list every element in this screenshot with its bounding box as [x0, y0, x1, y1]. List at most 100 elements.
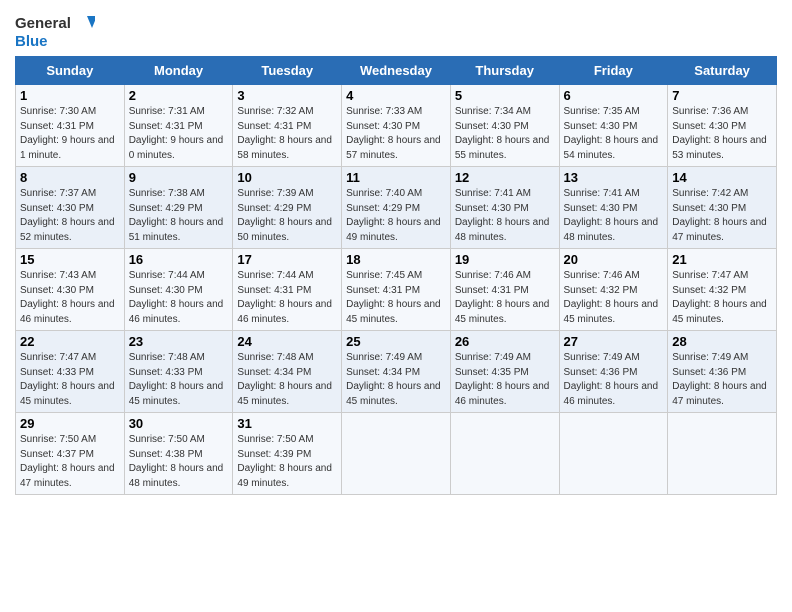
day-number: 24 — [237, 334, 337, 349]
column-header-friday: Friday — [559, 57, 668, 85]
day-number: 22 — [20, 334, 120, 349]
calendar-cell: 3 Sunrise: 7:32 AM Sunset: 4:31 PM Dayli… — [233, 85, 342, 167]
calendar-cell: 28 Sunrise: 7:49 AM Sunset: 4:36 PM Dayl… — [668, 331, 777, 413]
calendar-week-row: 22 Sunrise: 7:47 AM Sunset: 4:33 PM Dayl… — [16, 331, 777, 413]
calendar-cell: 29 Sunrise: 7:50 AM Sunset: 4:37 PM Dayl… — [16, 413, 125, 495]
day-number: 27 — [564, 334, 664, 349]
day-info: Sunrise: 7:44 AM Sunset: 4:31 PM Dayligh… — [237, 269, 337, 327]
calendar-cell: 18 Sunrise: 7:45 AM Sunset: 4:31 PM Dayl… — [342, 249, 451, 331]
calendar-cell: 6 Sunrise: 7:35 AM Sunset: 4:30 PM Dayli… — [559, 85, 668, 167]
calendar-header-row: SundayMondayTuesdayWednesdayThursdayFrid… — [16, 57, 777, 85]
day-number: 4 — [346, 88, 446, 103]
calendar-week-row: 29 Sunrise: 7:50 AM Sunset: 4:37 PM Dayl… — [16, 413, 777, 495]
svg-text:General: General — [15, 15, 71, 32]
day-info: Sunrise: 7:31 AM Sunset: 4:31 PM Dayligh… — [129, 105, 229, 163]
calendar-cell: 16 Sunrise: 7:44 AM Sunset: 4:30 PM Dayl… — [124, 249, 233, 331]
day-info: Sunrise: 7:34 AM Sunset: 4:30 PM Dayligh… — [455, 105, 555, 163]
day-info: Sunrise: 7:37 AM Sunset: 4:30 PM Dayligh… — [20, 187, 120, 245]
header: General Blue — [15, 10, 777, 50]
day-info: Sunrise: 7:39 AM Sunset: 4:29 PM Dayligh… — [237, 187, 337, 245]
day-info: Sunrise: 7:44 AM Sunset: 4:30 PM Dayligh… — [129, 269, 229, 327]
day-number: 6 — [564, 88, 664, 103]
calendar-cell: 13 Sunrise: 7:41 AM Sunset: 4:30 PM Dayl… — [559, 167, 668, 249]
day-info: Sunrise: 7:41 AM Sunset: 4:30 PM Dayligh… — [564, 187, 664, 245]
column-header-wednesday: Wednesday — [342, 57, 451, 85]
column-header-saturday: Saturday — [668, 57, 777, 85]
day-number: 2 — [129, 88, 229, 103]
calendar-cell: 11 Sunrise: 7:40 AM Sunset: 4:29 PM Dayl… — [342, 167, 451, 249]
day-info: Sunrise: 7:45 AM Sunset: 4:31 PM Dayligh… — [346, 269, 446, 327]
calendar-cell: 20 Sunrise: 7:46 AM Sunset: 4:32 PM Dayl… — [559, 249, 668, 331]
day-info: Sunrise: 7:48 AM Sunset: 4:33 PM Dayligh… — [129, 351, 229, 409]
day-number: 15 — [20, 252, 120, 267]
column-header-tuesday: Tuesday — [233, 57, 342, 85]
day-number: 23 — [129, 334, 229, 349]
day-info: Sunrise: 7:36 AM Sunset: 4:30 PM Dayligh… — [672, 105, 772, 163]
calendar-cell: 12 Sunrise: 7:41 AM Sunset: 4:30 PM Dayl… — [450, 167, 559, 249]
calendar-cell — [342, 413, 451, 495]
day-info: Sunrise: 7:42 AM Sunset: 4:30 PM Dayligh… — [672, 187, 772, 245]
day-number: 5 — [455, 88, 555, 103]
day-number: 17 — [237, 252, 337, 267]
day-info: Sunrise: 7:50 AM Sunset: 4:39 PM Dayligh… — [237, 433, 337, 491]
calendar-cell: 31 Sunrise: 7:50 AM Sunset: 4:39 PM Dayl… — [233, 413, 342, 495]
day-info: Sunrise: 7:46 AM Sunset: 4:31 PM Dayligh… — [455, 269, 555, 327]
calendar-week-row: 8 Sunrise: 7:37 AM Sunset: 4:30 PM Dayli… — [16, 167, 777, 249]
day-number: 21 — [672, 252, 772, 267]
calendar-cell: 9 Sunrise: 7:38 AM Sunset: 4:29 PM Dayli… — [124, 167, 233, 249]
day-info: Sunrise: 7:50 AM Sunset: 4:38 PM Dayligh… — [129, 433, 229, 491]
calendar-cell: 2 Sunrise: 7:31 AM Sunset: 4:31 PM Dayli… — [124, 85, 233, 167]
day-info: Sunrise: 7:35 AM Sunset: 4:30 PM Dayligh… — [564, 105, 664, 163]
day-info: Sunrise: 7:49 AM Sunset: 4:34 PM Dayligh… — [346, 351, 446, 409]
calendar-cell: 21 Sunrise: 7:47 AM Sunset: 4:32 PM Dayl… — [668, 249, 777, 331]
day-info: Sunrise: 7:41 AM Sunset: 4:30 PM Dayligh… — [455, 187, 555, 245]
day-number: 14 — [672, 170, 772, 185]
column-header-sunday: Sunday — [16, 57, 125, 85]
day-info: Sunrise: 7:47 AM Sunset: 4:32 PM Dayligh… — [672, 269, 772, 327]
calendar-cell — [450, 413, 559, 495]
day-number: 7 — [672, 88, 772, 103]
day-number: 8 — [20, 170, 120, 185]
day-info: Sunrise: 7:40 AM Sunset: 4:29 PM Dayligh… — [346, 187, 446, 245]
calendar-cell: 5 Sunrise: 7:34 AM Sunset: 4:30 PM Dayli… — [450, 85, 559, 167]
calendar-table: SundayMondayTuesdayWednesdayThursdayFrid… — [15, 56, 777, 495]
calendar-week-row: 15 Sunrise: 7:43 AM Sunset: 4:30 PM Dayl… — [16, 249, 777, 331]
calendar-cell: 15 Sunrise: 7:43 AM Sunset: 4:30 PM Dayl… — [16, 249, 125, 331]
day-info: Sunrise: 7:43 AM Sunset: 4:30 PM Dayligh… — [20, 269, 120, 327]
calendar-cell: 10 Sunrise: 7:39 AM Sunset: 4:29 PM Dayl… — [233, 167, 342, 249]
calendar-cell: 17 Sunrise: 7:44 AM Sunset: 4:31 PM Dayl… — [233, 249, 342, 331]
day-number: 29 — [20, 416, 120, 431]
day-number: 31 — [237, 416, 337, 431]
logo-svg: General Blue — [15, 10, 95, 50]
day-number: 3 — [237, 88, 337, 103]
calendar-cell: 25 Sunrise: 7:49 AM Sunset: 4:34 PM Dayl… — [342, 331, 451, 413]
calendar-cell: 26 Sunrise: 7:49 AM Sunset: 4:35 PM Dayl… — [450, 331, 559, 413]
calendar-cell: 19 Sunrise: 7:46 AM Sunset: 4:31 PM Dayl… — [450, 249, 559, 331]
day-number: 12 — [455, 170, 555, 185]
calendar-cell: 14 Sunrise: 7:42 AM Sunset: 4:30 PM Dayl… — [668, 167, 777, 249]
calendar-cell: 4 Sunrise: 7:33 AM Sunset: 4:30 PM Dayli… — [342, 85, 451, 167]
calendar-cell: 1 Sunrise: 7:30 AM Sunset: 4:31 PM Dayli… — [16, 85, 125, 167]
day-info: Sunrise: 7:49 AM Sunset: 4:36 PM Dayligh… — [564, 351, 664, 409]
calendar-cell: 7 Sunrise: 7:36 AM Sunset: 4:30 PM Dayli… — [668, 85, 777, 167]
day-number: 25 — [346, 334, 446, 349]
day-info: Sunrise: 7:46 AM Sunset: 4:32 PM Dayligh… — [564, 269, 664, 327]
calendar-cell: 27 Sunrise: 7:49 AM Sunset: 4:36 PM Dayl… — [559, 331, 668, 413]
day-info: Sunrise: 7:47 AM Sunset: 4:33 PM Dayligh… — [20, 351, 120, 409]
day-number: 13 — [564, 170, 664, 185]
logo: General Blue — [15, 10, 95, 50]
day-number: 19 — [455, 252, 555, 267]
column-header-monday: Monday — [124, 57, 233, 85]
day-number: 1 — [20, 88, 120, 103]
day-number: 28 — [672, 334, 772, 349]
day-number: 30 — [129, 416, 229, 431]
day-number: 11 — [346, 170, 446, 185]
calendar-week-row: 1 Sunrise: 7:30 AM Sunset: 4:31 PM Dayli… — [16, 85, 777, 167]
day-number: 26 — [455, 334, 555, 349]
calendar-cell: 22 Sunrise: 7:47 AM Sunset: 4:33 PM Dayl… — [16, 331, 125, 413]
calendar-cell — [559, 413, 668, 495]
day-number: 18 — [346, 252, 446, 267]
day-number: 20 — [564, 252, 664, 267]
day-info: Sunrise: 7:38 AM Sunset: 4:29 PM Dayligh… — [129, 187, 229, 245]
day-info: Sunrise: 7:30 AM Sunset: 4:31 PM Dayligh… — [20, 105, 120, 163]
